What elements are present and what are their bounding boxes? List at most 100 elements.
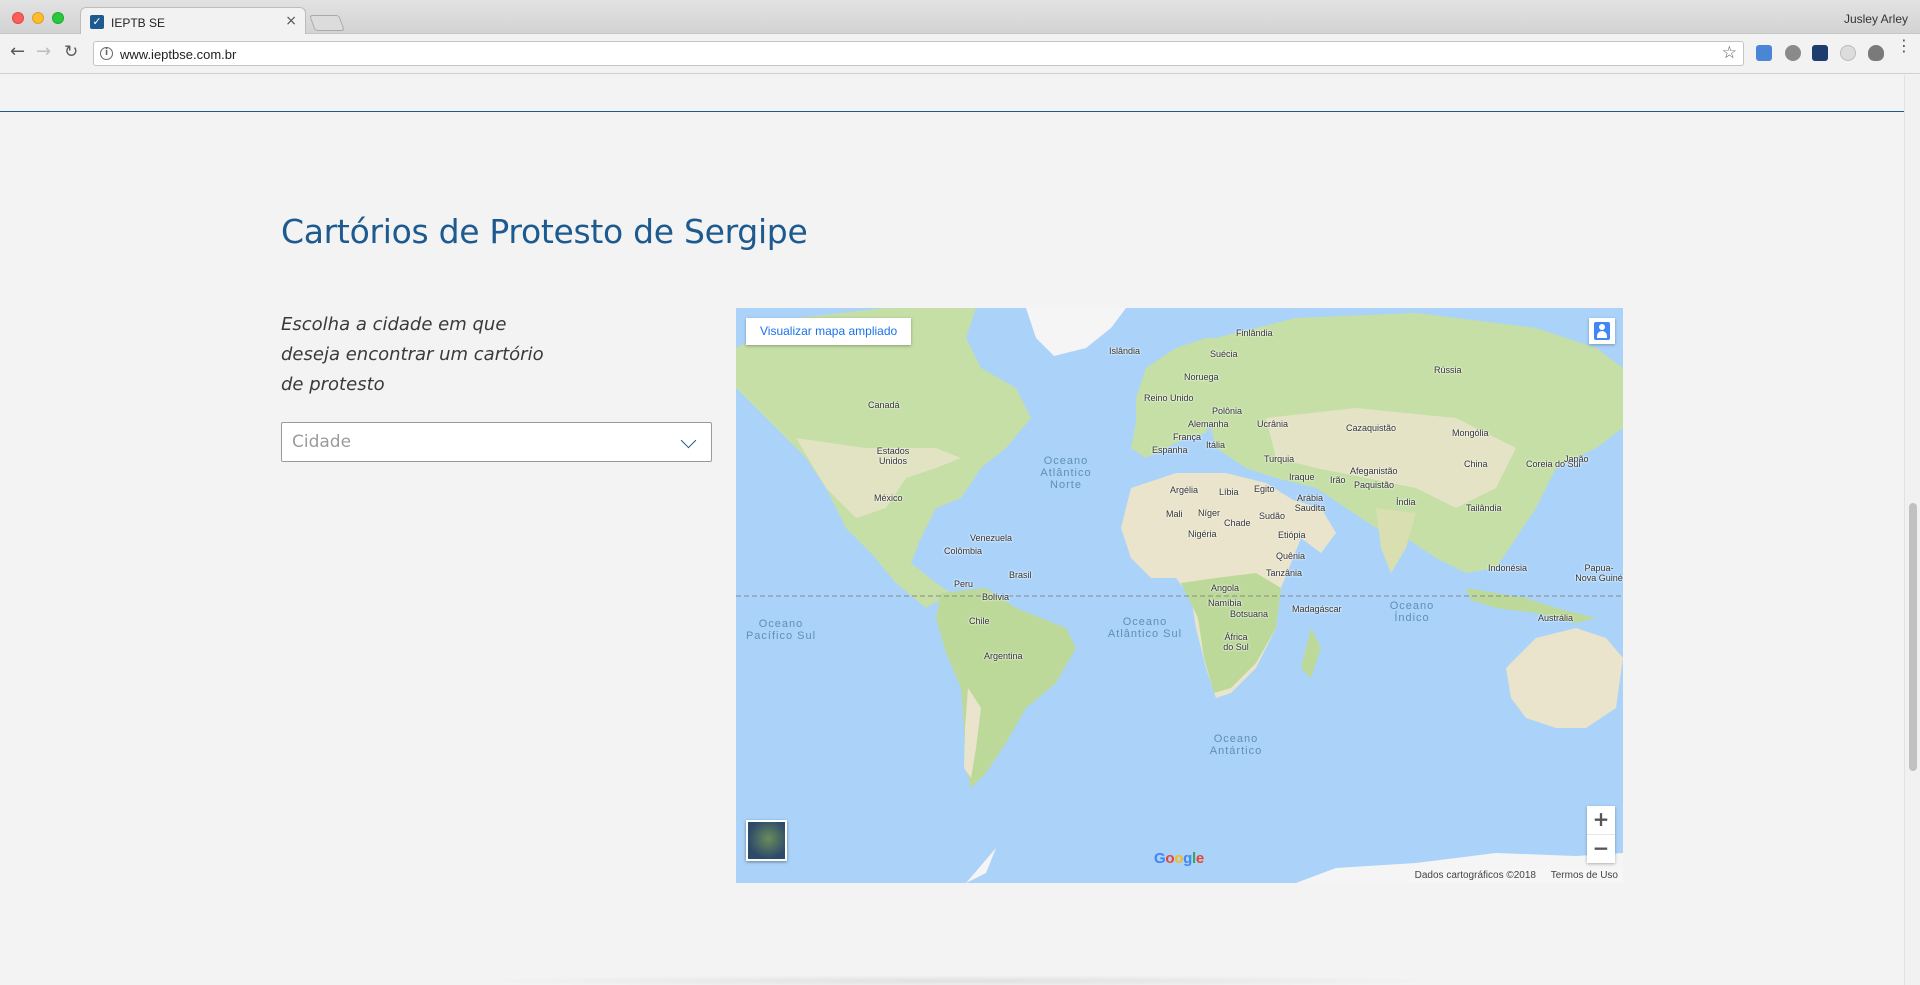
- map-label: Chade: [1224, 518, 1251, 528]
- map-label: Islândia: [1109, 346, 1141, 356]
- close-window-button[interactable]: [12, 12, 24, 24]
- footer-shadow: [460, 975, 1460, 985]
- map-label: Etiópia: [1278, 530, 1306, 540]
- map-label: China: [1464, 459, 1488, 469]
- google-map[interactable]: Islândia Finlândia Suécia Noruega Rússia…: [736, 308, 1623, 883]
- map-label: Finlândia: [1236, 328, 1273, 338]
- map-label: Irão: [1330, 475, 1346, 485]
- city-select-value: Cidade: [292, 432, 352, 452]
- google-logo-letter: o: [1174, 850, 1184, 867]
- browser-menu-icon[interactable]: ⋮: [1896, 38, 1912, 54]
- map-label: Arábia Saudita: [1294, 493, 1326, 513]
- pegman-body: [1597, 331, 1607, 338]
- map-label: Egito: [1254, 484, 1275, 494]
- scrollbar-thumb[interactable]: [1909, 503, 1917, 771]
- tab-title: IEPTB SE: [111, 16, 166, 30]
- google-logo-letter: g: [1183, 850, 1192, 867]
- map-label: Colômbia: [944, 546, 983, 556]
- favicon-icon: ✓: [90, 15, 104, 29]
- map-label: Indonésia: [1488, 563, 1528, 573]
- chevron-down-icon: [680, 432, 697, 449]
- map-label: Chile: [969, 616, 990, 626]
- map-label: Botsuana: [1230, 609, 1269, 619]
- map-label: Mongólia: [1452, 428, 1489, 438]
- maximize-window-button[interactable]: [52, 12, 64, 24]
- map-label: Canadá: [868, 400, 900, 410]
- zoom-in-button[interactable]: +: [1587, 806, 1615, 834]
- map-label: Estados Unidos: [876, 446, 910, 466]
- browser-tab-bar: ✓ IEPTB SE × Jusley Arley: [0, 0, 1920, 35]
- map-data-attribution: Dados cartográficos ©2018: [1414, 870, 1536, 881]
- ocean-label: Oceano Atlântico Sul: [1107, 616, 1183, 640]
- map-label: Tanzânia: [1266, 568, 1303, 578]
- ocean-label: Oceano Antártico: [1209, 733, 1263, 757]
- map-label: Nigéria: [1188, 529, 1217, 539]
- forward-icon[interactable]: →: [36, 43, 51, 61]
- ocean-label: Oceano Atlântico Norte: [1040, 455, 1092, 491]
- map-label: Bolívia: [982, 592, 1010, 602]
- city-select[interactable]: Cidade: [281, 422, 712, 462]
- zoom-control: + −: [1587, 806, 1615, 863]
- google-logo-letter: e: [1195, 850, 1204, 867]
- pegman-head: [1599, 324, 1605, 330]
- map-label: Sudão: [1259, 511, 1286, 521]
- street-view-pegman-button[interactable]: [1589, 318, 1615, 344]
- page-title: Cartórios de Protesto de Sergipe: [281, 212, 808, 251]
- intro-text: Escolha a cidade em que deseja encontrar…: [281, 314, 544, 395]
- map-label: Rússia: [1434, 365, 1462, 375]
- map-label: Angola: [1211, 583, 1240, 593]
- back-icon[interactable]: ←: [10, 43, 25, 61]
- browser-tab[interactable]: ✓ IEPTB SE ×: [80, 7, 306, 35]
- browser-toolbar: ← → ↻ i www.ieptbse.com.br ☆ ⋮: [0, 34, 1920, 74]
- profile-name[interactable]: Jusley Arley: [1844, 12, 1908, 26]
- site-info-icon[interactable]: i: [100, 47, 113, 60]
- map-attribution: Dados cartográficos ©2018 Termos de Uso: [1409, 869, 1623, 883]
- ocean-label: Oceano Pacífico Sul: [745, 618, 817, 642]
- url-text[interactable]: www.ieptbse.com.br: [120, 47, 236, 62]
- google-logo: Google: [1154, 850, 1204, 867]
- zoom-out-button[interactable]: −: [1587, 834, 1615, 862]
- map-label: Namíbia: [1208, 598, 1242, 608]
- map-label: Argentina: [984, 651, 1023, 661]
- new-tab-button[interactable]: [309, 15, 345, 31]
- reload-icon[interactable]: ↻: [64, 43, 78, 61]
- map-label: Japão: [1564, 454, 1589, 464]
- view-larger-map-link[interactable]: Visualizar mapa ampliado: [746, 318, 912, 345]
- map-label: Espanha: [1152, 445, 1188, 455]
- map-label: Afeganistão: [1350, 466, 1398, 476]
- globe-icon[interactable]: [1785, 45, 1801, 61]
- page-scrollbar[interactable]: [1904, 75, 1920, 985]
- map-label: Papua-Nova Guiné: [1575, 563, 1623, 583]
- map-label: Quênia: [1276, 551, 1306, 561]
- satellite-toggle-button[interactable]: [746, 820, 787, 861]
- map-label: Suécia: [1210, 349, 1238, 359]
- terms-of-use-link[interactable]: Termos de Uso: [1551, 870, 1618, 881]
- header-divider: [0, 111, 1904, 112]
- map-label: Ucrânia: [1257, 419, 1289, 429]
- map-label: Turquia: [1264, 454, 1295, 464]
- map-label: Venezuela: [970, 533, 1013, 543]
- tab-close-icon[interactable]: ×: [285, 13, 297, 29]
- address-bar[interactable]: i www.ieptbse.com.br ☆: [93, 41, 1744, 66]
- map-label: Reino Unido: [1144, 393, 1194, 403]
- map-label: França: [1173, 432, 1202, 442]
- map-label: Tailândia: [1466, 503, 1502, 513]
- ocean-label: Oceano Índico: [1389, 600, 1435, 624]
- google-logo-letter: G: [1154, 850, 1166, 867]
- bookmark-star-icon[interactable]: ☆: [1722, 43, 1737, 63]
- map-label: Níger: [1198, 508, 1221, 518]
- map-label: Peru: [954, 579, 974, 589]
- map-label: Alemanha: [1188, 419, 1229, 429]
- map-label: Líbia: [1219, 487, 1239, 497]
- bug-icon[interactable]: [1868, 45, 1884, 61]
- map-label: África do Sul: [1223, 632, 1249, 652]
- map-label: Noruega: [1184, 372, 1219, 382]
- map-label: Itália: [1206, 440, 1226, 450]
- map-label: México: [874, 493, 903, 503]
- map-label: Brasil: [1009, 570, 1032, 580]
- google-translate-icon[interactable]: [1756, 45, 1772, 61]
- disabled-extension-icon[interactable]: [1840, 45, 1856, 61]
- react-devtools-icon[interactable]: [1812, 45, 1828, 61]
- minimize-window-button[interactable]: [32, 12, 44, 24]
- google-logo-letter: o: [1165, 850, 1175, 867]
